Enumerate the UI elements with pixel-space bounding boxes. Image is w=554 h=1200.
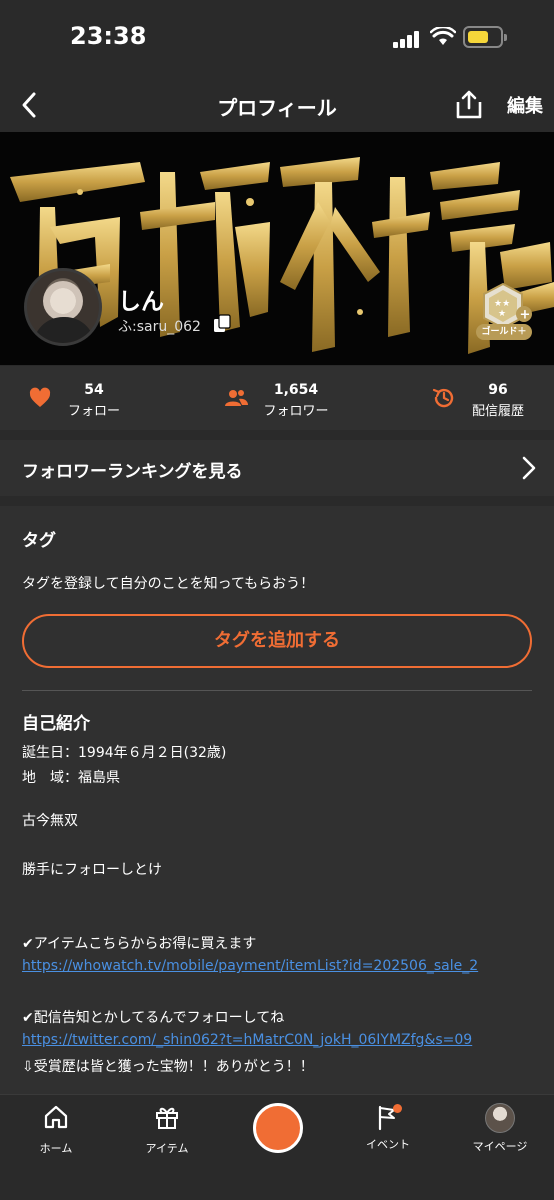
share-icon[interactable] bbox=[452, 88, 486, 122]
home-icon bbox=[44, 1105, 68, 1129]
followers-label: フォロワー bbox=[263, 404, 329, 419]
live-broadcast-button[interactable] bbox=[253, 1103, 303, 1153]
tag-description: タグを登録して自分のことを知ってもらおう！ bbox=[22, 576, 315, 592]
tab-mypage-label: マイページ bbox=[472, 1140, 528, 1153]
stats-bar: 54 フォロー 1,654 フォロワー 96 配信履歴 bbox=[0, 366, 554, 430]
follower-ranking-link[interactable]: フォロワーランキングを見る bbox=[0, 440, 554, 496]
tab-items[interactable]: アイテム bbox=[127, 1103, 207, 1156]
tab-home-label: ホーム bbox=[39, 1142, 73, 1155]
tab-mypage[interactable]: マイページ bbox=[460, 1103, 540, 1154]
tab-items-label: アイテム bbox=[145, 1142, 189, 1155]
intro-stream-note: ✔配信告知とかしてるんでフォローしてね bbox=[22, 1010, 285, 1026]
intro-award-note: ⇩受賞歴は皆と獲った宝物！！ありがとう！！ bbox=[22, 1059, 314, 1075]
users-icon bbox=[225, 390, 248, 406]
cellular-signal-icon bbox=[393, 30, 423, 48]
tab-events[interactable]: イベント bbox=[348, 1103, 428, 1152]
stat-follow[interactable]: 54 フォロー bbox=[0, 366, 184, 430]
navigation-bar: プロフィール 編集 bbox=[0, 78, 554, 132]
rank-label: ゴールド＋ bbox=[476, 324, 532, 340]
battery-icon bbox=[463, 26, 507, 48]
profile-details-section: タグ タグを登録して自分のことを知ってもらおう！ タグを追加する 自己紹介 誕生… bbox=[0, 506, 554, 1094]
svg-text:+: + bbox=[520, 308, 531, 323]
avatar-icon bbox=[485, 1103, 515, 1133]
stat-history[interactable]: 96 配信履歴 bbox=[370, 366, 554, 430]
intro-heading: 自己紹介 bbox=[22, 714, 90, 734]
stat-followers[interactable]: 1,654 フォロワー bbox=[184, 366, 370, 430]
bottom-tab-bar: ホーム アイテム イベント マイページ bbox=[0, 1094, 554, 1200]
gift-icon bbox=[156, 1107, 178, 1129]
follow-label: フォロー bbox=[67, 404, 120, 419]
intro-line-1: 古今無双 bbox=[22, 813, 78, 829]
tag-heading: タグ bbox=[22, 531, 56, 551]
wifi-icon bbox=[430, 27, 456, 45]
svg-text:★★: ★★ bbox=[494, 299, 510, 309]
history-icon bbox=[432, 388, 454, 408]
user-name: しん bbox=[118, 289, 164, 315]
history-label: 配信履歴 bbox=[471, 404, 524, 419]
heart-icon bbox=[29, 387, 51, 407]
add-tag-button[interactable]: タグを追加する bbox=[22, 614, 532, 668]
twitter-link[interactable]: https://twitter.com/_shin062?t=hMatrC0N_… bbox=[22, 1032, 472, 1048]
intro-region: 地 域：福島県 bbox=[22, 770, 120, 786]
status-time: 23:38 bbox=[70, 22, 147, 50]
intro-birthday: 誕生日：1994年６月２日(32歳) bbox=[22, 745, 227, 761]
profile-avatar[interactable] bbox=[24, 268, 102, 346]
status-bar: 23:38 bbox=[0, 0, 554, 78]
follow-count: 54 bbox=[84, 382, 104, 398]
intro-line-2: 勝手にフォローしとけ bbox=[22, 862, 162, 878]
follower-ranking-label: フォロワーランキングを見る bbox=[22, 462, 243, 482]
chevron-right-icon bbox=[522, 456, 536, 480]
edit-button[interactable]: 編集 bbox=[507, 92, 543, 118]
intro-item-note: ✔アイテムこちらからお得に買えます bbox=[22, 936, 257, 952]
notification-dot bbox=[393, 1104, 402, 1113]
divider bbox=[22, 690, 532, 691]
svg-text:★: ★ bbox=[498, 309, 506, 319]
user-id: ふ:saru_062 bbox=[118, 319, 201, 335]
item-link[interactable]: https://whowatch.tv/mobile/payment/itemL… bbox=[22, 958, 478, 974]
followers-count: 1,654 bbox=[273, 382, 319, 398]
history-count: 96 bbox=[488, 382, 508, 398]
tab-events-label: イベント bbox=[366, 1138, 410, 1151]
tab-home[interactable]: ホーム bbox=[16, 1103, 96, 1156]
copy-icon[interactable] bbox=[211, 313, 233, 335]
